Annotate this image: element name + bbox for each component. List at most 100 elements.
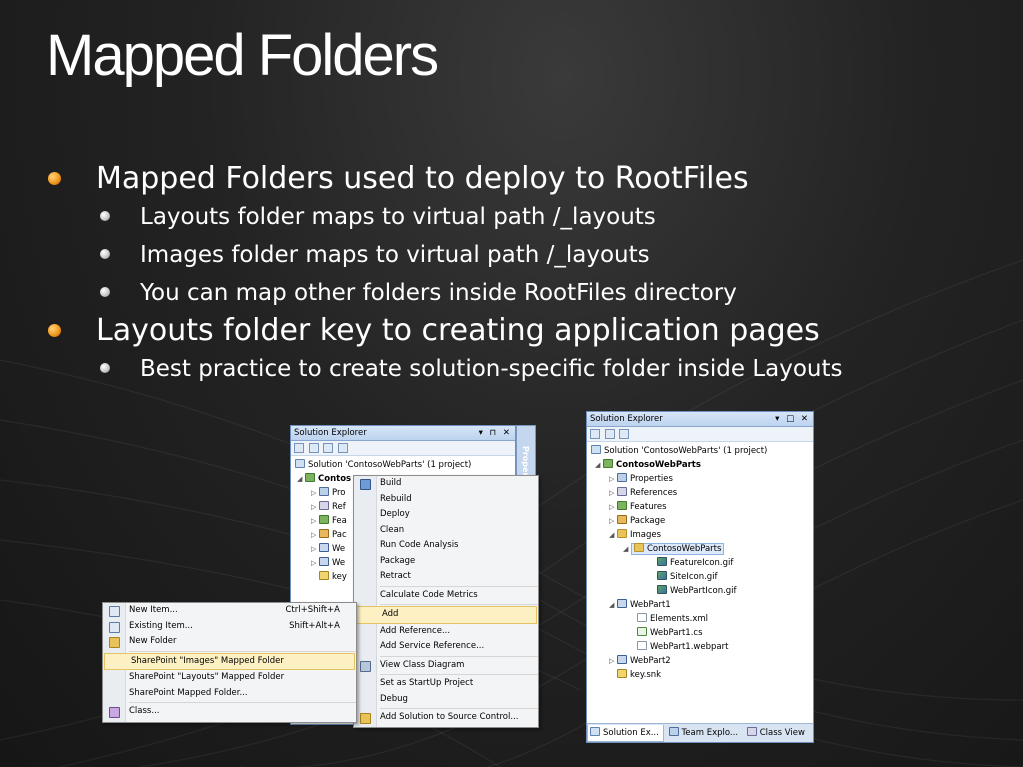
orange-bullet-icon: [48, 324, 61, 337]
tree-item-solution[interactable]: Solution 'ContosoWebParts' (1 project): [591, 444, 813, 458]
bullet-level1: Mapped Folders used to deploy to RootFil…: [40, 160, 1000, 198]
tree-item-images-contosowebparts[interactable]: ◢ ContosoWebParts: [591, 542, 813, 556]
menu-item-set-startup[interactable]: Set as StartUp Project: [354, 676, 538, 692]
refresh-button[interactable]: [619, 429, 630, 439]
show-all-files-button[interactable]: [604, 429, 615, 439]
tree-item-webparticon[interactable]: WebPartIcon.gif: [591, 584, 813, 598]
menu-item-mapped-folder[interactable]: SharePoint Mapped Folder...: [103, 686, 356, 702]
expand-arrow-icon[interactable]: ▷: [311, 500, 319, 514]
pane-controls[interactable]: ▾ □ ✕: [775, 412, 810, 426]
tree-item-featureicon[interactable]: FeatureIcon.gif: [591, 556, 813, 570]
bullet-level2: Layouts folder maps to virtual path /_la…: [40, 198, 1000, 236]
expand-arrow-icon[interactable]: ▷: [609, 500, 617, 514]
references-icon: [319, 501, 329, 510]
solution-icon: [591, 445, 601, 454]
tree-item-images[interactable]: ◢ Images: [591, 528, 813, 542]
gray-bullet-icon: [100, 249, 110, 259]
features-icon: [617, 501, 627, 510]
menu-item-images-mapped-folder[interactable]: SharePoint "Images" Mapped Folder: [104, 652, 355, 670]
selected-folder: ContosoWebParts: [631, 543, 725, 555]
menu-item-rebuild[interactable]: Rebuild: [354, 492, 538, 508]
menu-item-build[interactable]: Build: [354, 476, 538, 492]
collapse-arrow-icon[interactable]: ◢: [297, 472, 305, 486]
tree-item-references[interactable]: ▷ References: [591, 486, 813, 500]
bullet-level1: Layouts folder key to creating applicati…: [40, 312, 1000, 350]
menu-separator: [129, 702, 356, 703]
menu-item-existing-item[interactable]: Existing Item... Shift+Alt+A: [103, 619, 356, 635]
pane-controls[interactable]: ▾ ⊓ ✕: [479, 426, 512, 440]
menu-item-clean[interactable]: Clean: [354, 523, 538, 539]
expand-arrow-icon[interactable]: ▷: [311, 486, 319, 500]
tab-class-view[interactable]: Class View: [745, 725, 809, 741]
properties-button[interactable]: [294, 443, 304, 453]
tree-item-webpart2[interactable]: ▷ WebPart2: [591, 654, 813, 668]
bullet-text: Layouts folder key to creating applicati…: [96, 313, 820, 348]
menu-item-debug[interactable]: Debug: [354, 692, 538, 708]
tab-solution-explorer[interactable]: Solution Ex...: [587, 725, 664, 742]
tab-team-explorer[interactable]: Team Explo...: [667, 725, 742, 741]
tree-item-solution[interactable]: Solution 'ContosoWebParts' (1 project): [295, 458, 515, 472]
expand-arrow-icon[interactable]: ▷: [311, 528, 319, 542]
tree-item-key[interactable]: key.snk: [591, 668, 813, 682]
explorer-bottom-tabs: Solution Ex... Team Explo... Class View: [587, 723, 813, 742]
menu-item-add-source-control[interactable]: Add Solution to Source Control...: [354, 710, 538, 726]
tree-item-webpart1-webpart[interactable]: WebPart1.webpart: [591, 640, 813, 654]
show-all-files-button[interactable]: [308, 443, 319, 453]
collapse-arrow-icon[interactable]: ◢: [595, 458, 603, 472]
project-icon: [603, 459, 613, 468]
collapse-arrow-icon[interactable]: ◢: [609, 528, 617, 542]
image-file-icon: [657, 585, 667, 594]
expand-arrow-icon[interactable]: ▷: [609, 486, 617, 500]
properties-button[interactable]: [590, 429, 600, 439]
expand-arrow-icon[interactable]: ▷: [609, 514, 617, 528]
expand-arrow-icon[interactable]: ▷: [609, 654, 617, 668]
tree-item-features[interactable]: ▷ Features: [591, 500, 813, 514]
properties-icon: [319, 487, 329, 496]
key-icon: [617, 669, 627, 678]
collapse-arrow-icon[interactable]: ◢: [623, 542, 631, 556]
expand-arrow-icon[interactable]: ▷: [609, 472, 617, 486]
menu-item-add[interactable]: Add: [355, 606, 537, 624]
menu-item-add-service-reference[interactable]: Add Service Reference...: [354, 639, 538, 655]
menu-item-package[interactable]: Package: [354, 554, 538, 570]
webpart-icon: [319, 557, 329, 566]
tree-item-properties[interactable]: ▷ Properties: [591, 472, 813, 486]
bullet-level2: Best practice to create solution-specifi…: [40, 350, 1000, 388]
expand-arrow-icon[interactable]: ▷: [311, 514, 319, 528]
menu-item-deploy[interactable]: Deploy: [354, 507, 538, 523]
menu-separator: [129, 650, 356, 652]
bullet-level2: Images folder maps to virtual path /_lay…: [40, 236, 1000, 274]
tree-item-siteicon[interactable]: SiteIcon.gif: [591, 570, 813, 584]
properties-icon: [617, 473, 627, 482]
collapse-arrow-icon[interactable]: ◢: [609, 598, 617, 612]
view-class-diagram-button[interactable]: [338, 443, 349, 453]
menu-separator: [380, 674, 538, 675]
refresh-button[interactable]: [323, 443, 334, 453]
webpart-icon: [617, 655, 627, 664]
gray-bullet-icon: [100, 287, 110, 297]
menu-item-calculate-code-metrics[interactable]: Calculate Code Metrics: [354, 588, 538, 604]
menu-item-layouts-mapped-folder[interactable]: SharePoint "Layouts" Mapped Folder: [103, 670, 356, 686]
menu-item-retract[interactable]: Retract: [354, 569, 538, 585]
tree-item-package[interactable]: ▷ Package: [591, 514, 813, 528]
menu-item-add-reference[interactable]: Add Reference...: [354, 624, 538, 640]
menu-item-class[interactable]: Class...: [103, 704, 356, 720]
tree-item-project[interactable]: ◢ ContosoWebParts: [591, 458, 813, 472]
expand-arrow-icon[interactable]: ▷: [311, 542, 319, 556]
tree-item-elements[interactable]: Elements.xml: [591, 612, 813, 626]
gray-bullet-icon: [100, 211, 110, 221]
menu-item-run-code-analysis[interactable]: Run Code Analysis: [354, 538, 538, 554]
tree-item-webpart1-cs[interactable]: WebPart1.cs: [591, 626, 813, 640]
expand-arrow-icon[interactable]: ▷: [311, 556, 319, 570]
tree-item-webpart1[interactable]: ◢ WebPart1: [591, 598, 813, 612]
menu-item-view-class-diagram[interactable]: View Class Diagram: [354, 658, 538, 674]
solution-icon: [590, 727, 600, 736]
bullet-level2: You can map other folders inside RootFil…: [40, 274, 1000, 312]
bullet-text: Images folder maps to virtual path /_lay…: [140, 242, 650, 268]
new-item-icon: [109, 606, 120, 617]
menu-item-new-folder[interactable]: New Folder: [103, 634, 356, 650]
menu-item-new-item[interactable]: New Item... Ctrl+Shift+A: [103, 603, 356, 619]
menu-separator: [380, 708, 538, 709]
webpart-icon: [617, 599, 627, 608]
menu-separator: [380, 585, 538, 587]
